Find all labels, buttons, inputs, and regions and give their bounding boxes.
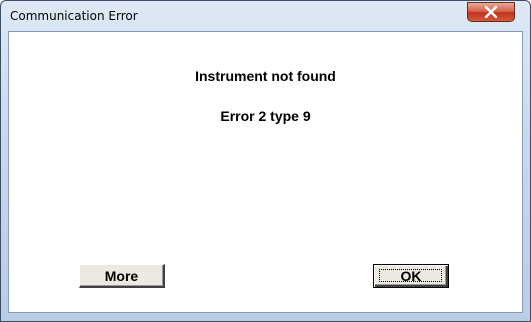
more-button[interactable]: More — [79, 264, 165, 288]
close-icon — [468, 3, 514, 21]
ok-button-label: OK — [400, 268, 422, 284]
close-button[interactable] — [467, 2, 515, 22]
more-button-label: More — [104, 267, 139, 284]
ok-button[interactable]: OK — [373, 264, 449, 288]
dialog-window: Communication Error Instrument not found… — [0, 0, 531, 322]
error-message: Instrument not found — [195, 68, 336, 84]
error-code: Error 2 type 9 — [220, 108, 311, 124]
dialog-content: Instrument not found Error 2 type 9 More… — [8, 31, 523, 313]
title-bar[interactable]: Communication Error — [1, 1, 530, 31]
window-title: Communication Error — [10, 9, 138, 23]
